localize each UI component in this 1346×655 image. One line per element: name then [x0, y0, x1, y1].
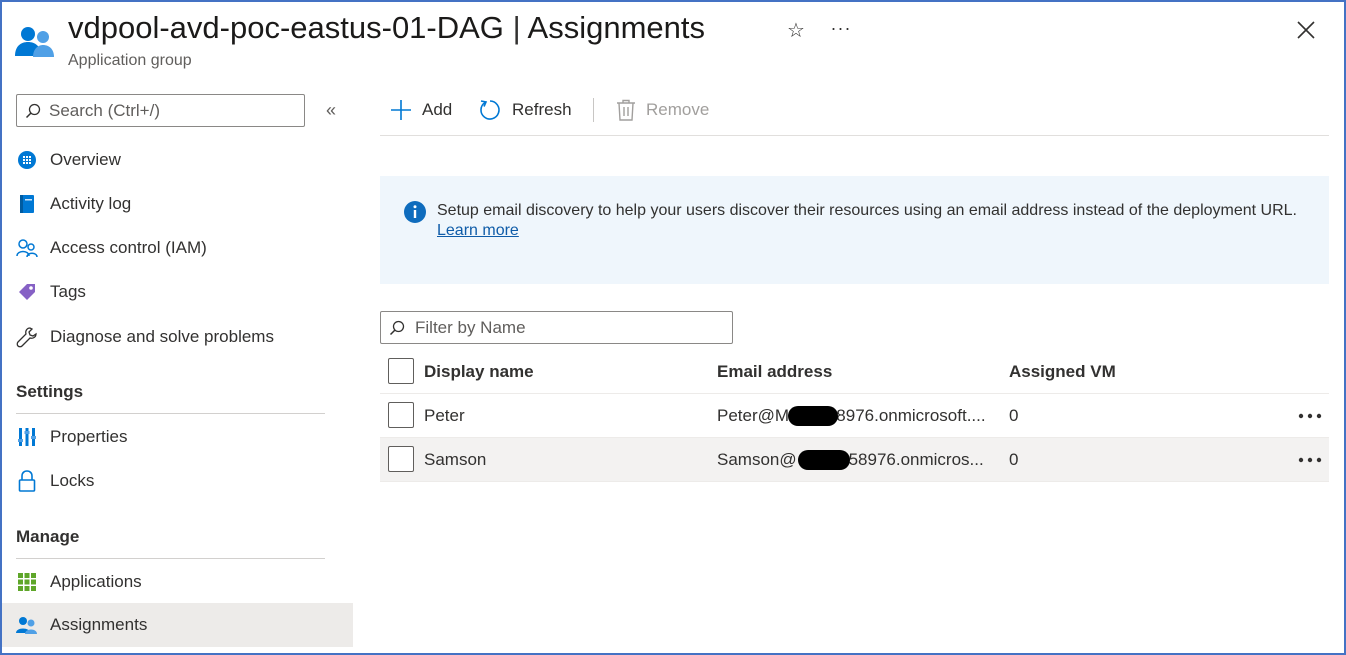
sidebar-item-label: Diagnose and solve problems [50, 327, 274, 346]
table-row[interactable]: Samson Samson@ 758976.onmicros... 0 [380, 438, 1329, 482]
filter-input[interactable] [415, 317, 715, 338]
application-group-icon [15, 27, 54, 57]
sidebar-section-settings: Settings [16, 382, 84, 401]
activity-log-icon [16, 193, 38, 215]
row-assigned-vm: 0 [1009, 406, 1019, 425]
sidebar-item-applications[interactable]: Applications [2, 560, 353, 604]
wrench-icon [16, 326, 38, 348]
properties-icon [16, 426, 38, 448]
section-divider [16, 413, 325, 414]
page-title: vdpool-avd-poc-eastus-01-DAG | Assignmen… [68, 10, 705, 46]
row-more-icon[interactable] [1296, 448, 1324, 472]
blade-name: Assignments [527, 10, 705, 45]
sidebar-item-activity-log[interactable]: Activity log [2, 182, 353, 226]
remove-button-label: Remove [646, 100, 710, 119]
filter-by-name[interactable] [380, 311, 733, 344]
sidebar-item-label: Applications [50, 572, 142, 591]
sidebar-item-label: Activity log [50, 194, 132, 213]
search-icon [25, 103, 41, 118]
row-checkbox[interactable] [388, 402, 414, 428]
add-button-label: Add [422, 100, 453, 119]
title-separator: | [512, 10, 521, 45]
close-icon[interactable] [1294, 18, 1318, 42]
sidebar-item-locks[interactable]: Locks [2, 459, 353, 503]
learn-more-link[interactable]: Learn more [437, 222, 519, 239]
toolbar-divider [380, 135, 1329, 136]
overview-icon [16, 149, 38, 171]
banner-message: Setup email discovery to help your users… [437, 201, 1307, 241]
toolbar-separator [593, 98, 594, 122]
remove-button[interactable]: Remove [616, 96, 709, 124]
redaction-mark [798, 450, 850, 470]
column-display-name[interactable]: Display name [424, 350, 694, 394]
tag-icon [16, 281, 38, 303]
row-display-name: Peter [424, 406, 465, 425]
banner-text: Setup email discovery to help your users… [437, 202, 1297, 219]
sidebar-item-access-control[interactable]: Access control (IAM) [2, 226, 353, 270]
lock-icon [16, 470, 38, 492]
page-subtitle: Application group [68, 52, 192, 69]
row-checkbox[interactable] [388, 446, 414, 472]
sidebar-search-input[interactable] [49, 100, 289, 121]
table-header: Display name Email address Assigned VM [380, 350, 1329, 394]
refresh-button[interactable]: Refresh [478, 96, 572, 124]
sidebar-item-label: Access control (IAM) [50, 238, 207, 257]
search-icon [389, 320, 405, 335]
sidebar-item-label: Tags [50, 282, 86, 301]
row-display-name: Samson [424, 450, 487, 469]
refresh-icon [480, 100, 500, 120]
more-actions-icon[interactable]: ··· [828, 16, 854, 40]
assignments-icon [16, 614, 38, 636]
trash-icon [617, 99, 635, 121]
refresh-button-label: Refresh [512, 100, 572, 119]
sidebar-item-label: Locks [50, 471, 95, 490]
sidebar-item-overview[interactable]: Overview [2, 138, 353, 182]
row-assigned-vm: 0 [1009, 450, 1019, 469]
table-row[interactable]: Peter Peter@M 58976.onmicrosoft.... 0 [380, 394, 1329, 438]
plus-icon [391, 100, 411, 120]
row-more-icon[interactable] [1296, 404, 1324, 428]
sidebar-item-diagnose[interactable]: Diagnose and solve problems [2, 315, 353, 359]
sidebar-item-label: Assignments [50, 615, 148, 634]
collapse-sidebar-icon[interactable]: « [320, 100, 342, 122]
applications-icon [16, 571, 38, 593]
column-email-address[interactable]: Email address [717, 350, 997, 394]
email-discovery-banner: Setup email discovery to help your users… [380, 176, 1329, 284]
sidebar-item-tags[interactable]: Tags [2, 270, 353, 314]
sidebar-item-label: Properties [50, 427, 128, 446]
select-all-checkbox[interactable] [388, 358, 414, 384]
add-button[interactable]: Add [390, 96, 452, 124]
row-email: Samson@ 758976.onmicros... [717, 450, 984, 469]
sidebar-section-manage: Manage [16, 527, 80, 546]
sidebar-item-assignments[interactable]: Assignments [2, 603, 353, 647]
resource-name: vdpool-avd-poc-eastus-01-DAG [68, 10, 504, 45]
favorite-star-icon[interactable]: ☆ [784, 19, 808, 43]
sidebar-search[interactable] [16, 94, 305, 127]
iam-icon [16, 237, 38, 259]
row-email: Peter@M 58976.onmicrosoft.... [717, 406, 986, 425]
column-assigned-vm[interactable]: Assigned VM [1009, 350, 1209, 394]
redaction-mark [788, 406, 838, 426]
sidebar-item-label: Overview [50, 150, 121, 169]
section-divider [16, 558, 325, 559]
sidebar-item-properties[interactable]: Properties [2, 415, 353, 459]
info-icon [404, 201, 426, 223]
